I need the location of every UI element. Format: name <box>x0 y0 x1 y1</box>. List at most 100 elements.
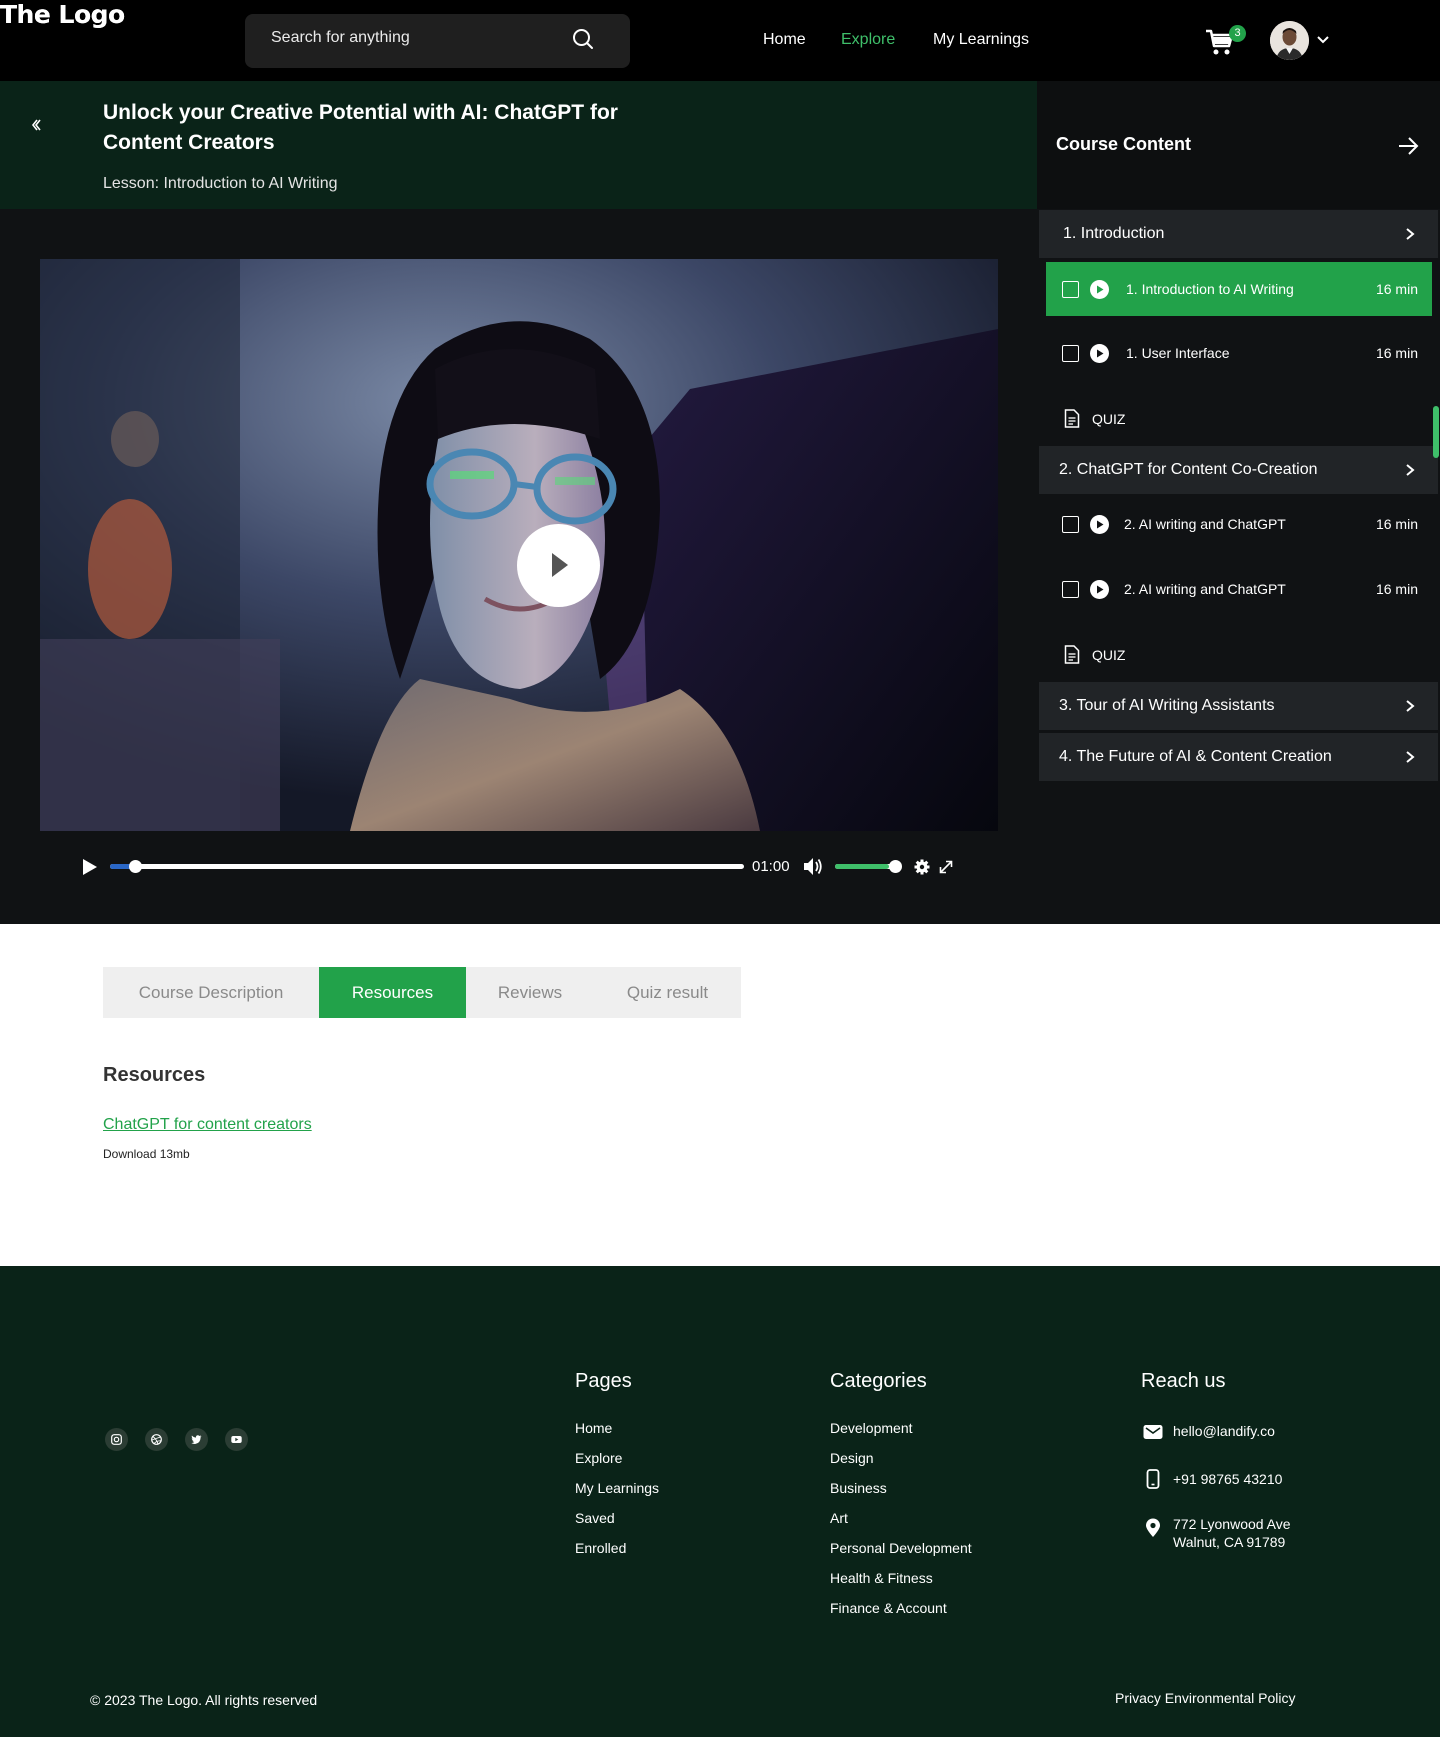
fullscreen-icon[interactable] <box>938 859 954 875</box>
footer-link-explore[interactable]: Explore <box>575 1450 622 1466</box>
resource-download-link[interactable]: ChatGPT for content creators <box>103 1116 312 1134</box>
footer-logo[interactable]: The Logo <box>0 0 125 29</box>
contact-address-line2: Walnut, CA 91789 <box>1173 1534 1286 1550</box>
lesson-duration: 16 min <box>1375 516 1418 532</box>
resources-heading: Resources <box>103 1064 206 1086</box>
tab-reviews[interactable]: Reviews <box>466 967 594 1018</box>
lesson-item-intro-ai-writing[interactable]: 1. Introduction to AI Writing 16 min <box>1046 262 1432 316</box>
course-content-title: Course Content <box>1056 134 1191 154</box>
document-icon <box>1064 409 1080 428</box>
footer-reach-title: Reach us <box>1141 1370 1226 1392</box>
section-label: 2. ChatGPT for Content Co-Creation <box>1059 461 1318 478</box>
tab-quiz-result[interactable]: Quiz result <box>594 967 741 1018</box>
arrow-right-icon[interactable] <box>1397 136 1419 156</box>
footer <box>0 1266 1440 1737</box>
resource-size: Download 13mb <box>103 1147 190 1161</box>
footer-link-my-learnings[interactable]: My Learnings <box>575 1480 659 1496</box>
quiz-item[interactable]: QUIZ <box>1046 398 1432 438</box>
quiz-label: QUIZ <box>1092 647 1126 663</box>
gear-icon[interactable] <box>914 859 930 875</box>
chevron-down-icon[interactable] <box>1316 33 1330 47</box>
tab-resources[interactable]: Resources <box>319 967 466 1018</box>
footer-category-health-fitness[interactable]: Health & Fitness <box>830 1570 933 1586</box>
youtube-icon[interactable] <box>225 1428 248 1451</box>
section-chatgpt-co-creation[interactable]: 2. ChatGPT for Content Co-Creation <box>1039 446 1438 494</box>
section-introduction[interactable]: 1. Introduction <box>1039 210 1438 258</box>
lesson-duration: 16 min <box>1375 581 1418 597</box>
footer-link-saved[interactable]: Saved <box>575 1510 615 1526</box>
footer-category-personal-development[interactable]: Personal Development <box>830 1540 972 1556</box>
footer-category-design[interactable]: Design <box>830 1450 874 1466</box>
footer-category-art[interactable]: Art <box>830 1510 848 1526</box>
lesson-name: 2. AI writing and ChatGPT <box>1124 581 1286 597</box>
back-chevron-icon[interactable] <box>28 117 44 133</box>
copyright-text: © 2023 The Logo. All rights reserved <box>90 1692 318 1708</box>
video-frame[interactable] <box>40 259 998 831</box>
big-play-button[interactable] <box>517 524 600 607</box>
instagram-icon[interactable] <box>105 1428 128 1451</box>
content-tabs: Course Description Resources Reviews Qui… <box>103 967 741 1018</box>
progress-bar[interactable] <box>110 864 744 869</box>
search-icon[interactable] <box>572 28 594 50</box>
volume-handle[interactable] <box>889 860 902 873</box>
section-label: 3. Tour of AI Writing Assistants <box>1059 697 1275 714</box>
lesson-checkbox[interactable] <box>1062 281 1079 298</box>
quiz-item[interactable]: QUIZ <box>1046 634 1432 674</box>
play-circle-icon <box>1090 515 1109 534</box>
footer-category-finance-account[interactable]: Finance & Account <box>830 1600 947 1616</box>
lesson-duration: 16 min <box>1375 281 1418 297</box>
footer-category-business[interactable]: Business <box>830 1480 887 1496</box>
location-pin-icon <box>1146 1518 1160 1537</box>
volume-fill <box>835 864 889 869</box>
lesson-checkbox[interactable] <box>1062 581 1079 598</box>
chevron-right-icon <box>1406 464 1415 476</box>
lesson-checkbox[interactable] <box>1062 345 1079 362</box>
panel-scrollbar[interactable] <box>1433 406 1439 458</box>
avatar[interactable] <box>1270 21 1309 60</box>
lesson-item-user-interface[interactable]: 1. User Interface 16 min <box>1046 326 1432 380</box>
section-tour-ai-writing-assistants[interactable]: 3. Tour of AI Writing Assistants <box>1039 682 1438 730</box>
lesson-name: 1. Introduction to AI Writing <box>1126 281 1294 297</box>
mail-icon <box>1143 1425 1163 1439</box>
lesson-name: 1. User Interface <box>1126 345 1230 361</box>
nav-explore[interactable]: Explore <box>841 31 895 49</box>
lesson-item-ai-writing-chatgpt[interactable]: 2. AI writing and ChatGPT 16 min <box>1046 497 1432 551</box>
play-circle-icon <box>1090 344 1109 363</box>
dribbble-icon[interactable] <box>145 1428 168 1451</box>
document-icon <box>1064 645 1080 664</box>
footer-category-development[interactable]: Development <box>830 1420 913 1436</box>
footer-pages-title: Pages <box>575 1370 632 1392</box>
contact-phone[interactable]: +91 98765 43210 <box>1173 1470 1282 1488</box>
footer-link-home[interactable]: Home <box>575 1420 612 1436</box>
contact-address-line1: 772 Lyonwood Ave <box>1173 1516 1291 1532</box>
privacy-policy-link[interactable]: Privacy Environmental Policy <box>1115 1690 1296 1706</box>
twitter-icon[interactable] <box>185 1428 208 1451</box>
lesson-duration: 16 min <box>1375 345 1418 361</box>
lesson-name: 2. AI writing and ChatGPT <box>1124 516 1286 532</box>
chevron-right-icon <box>1406 228 1415 240</box>
lesson-subtitle: Lesson: Introduction to AI Writing <box>103 175 338 192</box>
nav-home[interactable]: Home <box>763 31 806 49</box>
volume-icon[interactable] <box>803 857 823 876</box>
time-display: 01:00 <box>752 858 790 875</box>
lesson-checkbox[interactable] <box>1062 516 1079 533</box>
phone-icon <box>1146 1469 1160 1489</box>
tab-course-description[interactable]: Course Description <box>103 967 319 1018</box>
footer-categories-title: Categories <box>830 1370 927 1392</box>
nav-my-learnings[interactable]: My Learnings <box>933 31 1029 49</box>
play-icon[interactable] <box>82 858 98 876</box>
section-label: 1. Introduction <box>1063 225 1165 242</box>
footer-link-enrolled[interactable]: Enrolled <box>575 1540 626 1556</box>
chevron-right-icon <box>1406 751 1415 763</box>
volume-slider[interactable] <box>835 864 895 869</box>
play-circle-icon <box>1090 580 1109 599</box>
cart-count-badge: 3 <box>1229 25 1246 42</box>
search-input[interactable] <box>271 29 571 47</box>
section-future-ai-content[interactable]: 4. The Future of AI & Content Creation <box>1039 733 1438 781</box>
play-circle-icon <box>1090 280 1109 299</box>
quiz-label: QUIZ <box>1092 411 1126 427</box>
chevron-right-icon <box>1406 700 1415 712</box>
lesson-item-ai-writing-chatgpt[interactable]: 2. AI writing and ChatGPT 16 min <box>1046 562 1432 616</box>
section-label: 4. The Future of AI & Content Creation <box>1059 748 1332 765</box>
contact-email[interactable]: hello@landify.co <box>1173 1422 1275 1440</box>
